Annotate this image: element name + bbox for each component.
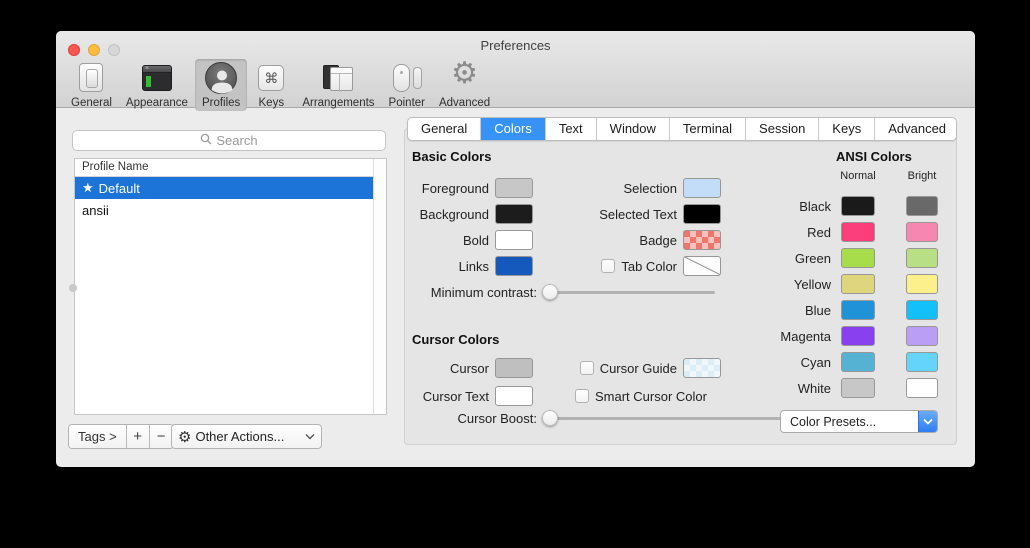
smart-cursor-checkbox[interactable]: [575, 389, 589, 403]
search-icon: [200, 133, 212, 148]
ansi-red-bright-well[interactable]: [906, 222, 938, 242]
cursor-row: Cursor: [396, 357, 533, 379]
tab-colors[interactable]: Colors: [481, 118, 546, 140]
tab-general[interactable]: General: [408, 118, 481, 140]
window-header: Preferences General × Appearance: [56, 31, 975, 108]
tab-window[interactable]: Window: [597, 118, 670, 140]
slider-knob[interactable]: [542, 284, 558, 300]
ansi-row-green: Green: [680, 248, 938, 268]
ansi-row-magenta: Magenta: [680, 326, 938, 346]
remove-profile-button[interactable]: −: [150, 425, 173, 448]
ansi-row-yellow: Yellow: [680, 274, 938, 294]
background-color-well[interactable]: [495, 204, 533, 224]
cursor-guide-checkbox[interactable]: [580, 361, 594, 375]
resize-dot: [69, 284, 77, 292]
ansi-white-normal-well[interactable]: [841, 378, 875, 398]
selection-color-well[interactable]: [683, 178, 721, 198]
bold-color-well[interactable]: [495, 230, 533, 250]
ansi-green-normal-well[interactable]: [841, 248, 875, 268]
ansi-normal-header: Normal: [831, 170, 885, 182]
cursor-boost-label-row: Cursor Boost:: [396, 407, 537, 429]
keys-icon: ⌘: [254, 62, 288, 94]
tab-keys[interactable]: Keys: [819, 118, 875, 140]
toolbar-item-keys[interactable]: ⌘ Keys: [247, 59, 295, 111]
ansi-blue-bright-well[interactable]: [906, 300, 938, 320]
profile-row-default[interactable]: ★ Default: [75, 177, 373, 199]
tags-button[interactable]: Tags >: [69, 425, 127, 448]
window-title: Preferences: [56, 38, 975, 53]
profile-row-ansii[interactable]: ansii: [75, 199, 373, 221]
chevron-down-icon: [305, 433, 315, 440]
toolbar-item-general[interactable]: General: [64, 59, 119, 111]
basic-colors-heading: Basic Colors: [412, 149, 491, 164]
foreground-row: Foreground: [396, 177, 533, 199]
search-input[interactable]: Search: [72, 130, 386, 151]
ansi-black-normal-well[interactable]: [841, 196, 875, 216]
pointer-icon: [390, 62, 424, 94]
cursor-text-color-well[interactable]: [495, 386, 533, 406]
general-icon: [74, 62, 108, 94]
profile-list: Profile Name ★ Default ansii: [74, 158, 387, 415]
preferences-window: Preferences General × Appearance: [56, 31, 975, 467]
ansi-black-bright-well[interactable]: [906, 196, 938, 216]
ansi-row-black: Black: [680, 196, 938, 216]
ansi-cyan-bright-well[interactable]: [906, 352, 938, 372]
other-actions-dropdown[interactable]: ⚙ Other Actions...: [171, 424, 322, 449]
ansi-cyan-normal-well[interactable]: [841, 352, 875, 372]
search-placeholder: Search: [216, 133, 257, 148]
tab-session[interactable]: Session: [746, 118, 819, 140]
toolbar-item-profiles[interactable]: Profiles: [195, 59, 247, 111]
tab-text[interactable]: Text: [546, 118, 597, 140]
foreground-color-well[interactable]: [495, 178, 533, 198]
ansi-yellow-bright-well[interactable]: [906, 274, 938, 294]
ansi-row-white: White: [680, 378, 938, 398]
minimum-contrast-label-row: Minimum contrast:: [396, 281, 537, 303]
ansi-yellow-normal-well[interactable]: [841, 274, 875, 294]
profile-list-header[interactable]: Profile Name: [75, 159, 386, 177]
bold-row: Bold: [396, 229, 533, 251]
ansi-row-blue: Blue: [680, 300, 938, 320]
slider-knob[interactable]: [542, 410, 558, 426]
ansi-colors-heading: ANSI Colors: [836, 149, 912, 164]
tab-advanced[interactable]: Advanced: [875, 118, 957, 140]
ansi-green-bright-well[interactable]: [906, 248, 938, 268]
ansi-blue-normal-well[interactable]: [841, 300, 875, 320]
toolbar-item-advanced[interactable]: ⚙ Advanced: [432, 59, 497, 111]
ansi-magenta-normal-well[interactable]: [841, 326, 875, 346]
appearance-icon: ×: [140, 62, 174, 94]
toolbar-item-arrangements[interactable]: Arrangements: [295, 59, 381, 111]
cursor-color-well[interactable]: [495, 358, 533, 378]
ansi-red-normal-well[interactable]: [841, 222, 875, 242]
profiles-icon: [204, 62, 238, 94]
preferences-toolbar: General × Appearance Profiles: [64, 59, 497, 111]
gear-icon: ⚙: [178, 428, 191, 446]
ansi-white-bright-well[interactable]: [906, 378, 938, 398]
background-row: Background: [396, 203, 533, 225]
toolbar-item-pointer[interactable]: Pointer: [382, 59, 432, 111]
cursor-text-row: Cursor Text: [396, 385, 533, 407]
ansi-magenta-bright-well[interactable]: [906, 326, 938, 346]
ansi-row-red: Red: [680, 222, 938, 242]
star-icon: ★: [82, 180, 94, 196]
cursor-colors-heading: Cursor Colors: [412, 332, 499, 347]
tab-color-checkbox[interactable]: [601, 259, 615, 273]
toolbar-item-appearance[interactable]: × Appearance: [119, 59, 195, 111]
profile-list-scrollbar[interactable]: [373, 159, 386, 414]
ansi-row-cyan: Cyan: [680, 352, 938, 372]
chevron-down-icon: [918, 411, 937, 432]
links-color-well[interactable]: [495, 256, 533, 276]
tab-terminal[interactable]: Terminal: [670, 118, 746, 140]
arrangements-icon: [321, 62, 355, 94]
ansi-bright-header: Bright: [896, 170, 948, 182]
profile-actions-group: Tags > + −: [68, 424, 174, 449]
color-presets-dropdown[interactable]: Color Presets...: [780, 410, 938, 433]
profile-tab-bar: General Colors Text Window Terminal Sess…: [407, 117, 957, 141]
advanced-icon: ⚙: [448, 62, 482, 94]
links-row: Links: [396, 255, 533, 277]
add-profile-button[interactable]: +: [127, 425, 150, 448]
